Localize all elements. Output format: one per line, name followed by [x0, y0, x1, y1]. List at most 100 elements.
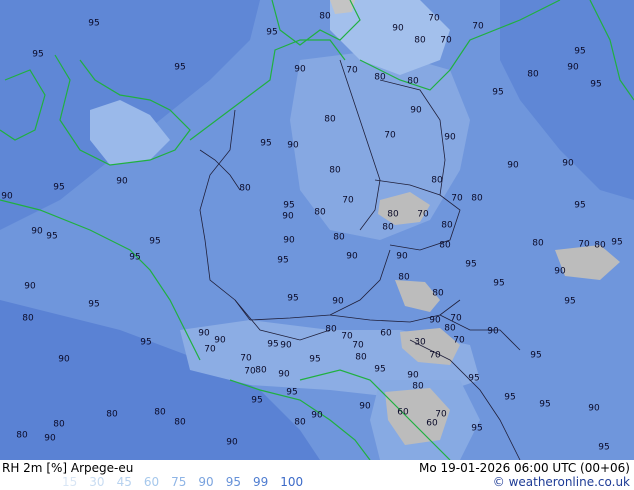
contour-label: 90 — [198, 329, 210, 339]
weather-map: 959595958090707080 70959080959590 7080 8090… — [0, 0, 634, 460]
contour-label: 95 — [287, 294, 298, 304]
contour-label: 80 — [329, 166, 341, 176]
contour-label: 70 — [451, 194, 463, 204]
contour-label: 90 — [1, 192, 13, 202]
contour-label: 95 — [277, 256, 288, 266]
contour-label: 95 — [46, 232, 57, 242]
contour-label: 80 — [106, 410, 118, 420]
contour-label: 90 — [507, 161, 519, 171]
contour-label: 80 — [374, 73, 386, 83]
contour-label: 95 — [468, 374, 479, 384]
contour-label: 30 — [414, 338, 426, 348]
contour-label: 90 — [226, 438, 238, 448]
contour-label: 95 — [492, 88, 503, 98]
contour-label: 90 — [311, 411, 323, 421]
contour-label: 95 — [88, 300, 99, 310]
contour-label: 80 — [22, 314, 34, 324]
contour-label: 95 — [574, 47, 585, 57]
contour-label: 80 — [532, 239, 544, 249]
contour-label: 90 — [410, 106, 422, 116]
contour-label: 95 — [129, 253, 140, 263]
contour-label: 80 — [439, 241, 451, 251]
contour-label: 90 — [562, 159, 574, 169]
contour-label: 90 — [392, 24, 404, 34]
contour-label: 95 — [611, 238, 622, 248]
contour-label: 90 — [116, 177, 128, 187]
color-legend: 15 30 45 60 75 90 95 99 100 — [62, 475, 315, 489]
contour-label: 95 — [504, 393, 515, 403]
contour-label: 90 — [554, 267, 566, 277]
contour-label: 95 — [309, 355, 320, 365]
contour-label: 90 — [588, 404, 600, 414]
contour-label: 80 — [382, 223, 394, 233]
contour-label: 95 — [266, 28, 277, 38]
contour-label: 95 — [251, 396, 262, 406]
contour-label: 70 — [450, 314, 462, 324]
contour-label: 90 — [567, 63, 579, 73]
contour-label: 95 — [260, 139, 271, 149]
legend-value: 99 — [252, 475, 269, 489]
contour-label: 80 — [594, 241, 606, 251]
contour-label: 90 — [282, 212, 294, 222]
contour-label: 80 — [324, 115, 336, 125]
contour-label: 80 — [387, 210, 399, 220]
contour-label: 80 — [444, 324, 456, 334]
legend-value: 30 — [89, 475, 105, 489]
contour-label: 80 — [255, 366, 267, 376]
contour-label: 70 — [240, 354, 252, 364]
contour-label: 90 — [31, 227, 43, 237]
forecast-time: Mo 19-01-2026 06:00 UTC (00+06) — [418, 461, 630, 475]
contour-label: 70 — [440, 36, 452, 46]
contour-label: 95 — [53, 183, 64, 193]
bottom-bar: RH 2m [%] Arpege-eu Mo 19-01-2026 06:00 … — [0, 460, 634, 490]
contour-label: 95 — [140, 338, 151, 348]
contour-label: 80 — [527, 70, 539, 80]
contour-label: 60 — [380, 329, 392, 339]
contour-label: 90 — [280, 341, 292, 351]
contour-label: 80 — [314, 208, 326, 218]
contour-label: 60 — [426, 419, 438, 429]
contour-label: 80 — [53, 420, 65, 430]
contour-label: 90 — [444, 133, 456, 143]
contour-label: 70 — [352, 341, 364, 351]
contour-label: 80 — [432, 289, 444, 299]
contour-label: 90 — [396, 252, 408, 262]
legend-value: 100 — [280, 475, 304, 489]
contour-label: 70 — [578, 240, 590, 250]
contour-label: 90 — [44, 434, 56, 444]
contour-label: 95 — [493, 279, 504, 289]
legend-value: 15 — [62, 475, 78, 489]
contour-label: 95 — [465, 260, 476, 270]
contour-label: 80 — [471, 194, 483, 204]
map-title: RH 2m [%] Arpege-eu — [2, 461, 134, 475]
contour-label: 95 — [32, 50, 43, 60]
contour-label: 80 — [407, 77, 419, 87]
contour-label: 80 — [325, 325, 337, 335]
contour-label: 80 — [239, 184, 251, 194]
contour-label: 95 — [174, 63, 185, 73]
contour-label: 80 — [333, 233, 345, 243]
contour-label: 80 — [441, 221, 453, 231]
contour-label: 70 — [429, 351, 441, 361]
contour-label: 95 — [539, 400, 550, 410]
contour-label: 70 — [417, 210, 429, 220]
contour-label: 90 — [214, 336, 226, 346]
contour-label: 80 — [355, 353, 367, 363]
contour-label: 80 — [431, 176, 443, 186]
contour-label: 95 — [286, 388, 297, 398]
contour-label: 95 — [574, 201, 585, 211]
contour-label: 90 — [58, 355, 70, 365]
legend-value: 90 — [198, 475, 214, 489]
contour-label: 70 — [384, 131, 396, 141]
contour-label: 95 — [598, 443, 609, 453]
contour-label: 95 — [530, 351, 541, 361]
credit-link[interactable]: © weatheronline.co.uk — [493, 475, 630, 489]
contour-label: 95 — [88, 19, 99, 29]
contour-label: 80 — [154, 408, 166, 418]
contour-label: 95 — [374, 365, 385, 375]
contour-label: 90 — [487, 327, 499, 337]
contour-label: 70 — [428, 14, 440, 24]
contour-label: 90 — [278, 370, 290, 380]
contour-label: 95 — [590, 80, 601, 90]
contour-label: 70 — [453, 336, 465, 346]
